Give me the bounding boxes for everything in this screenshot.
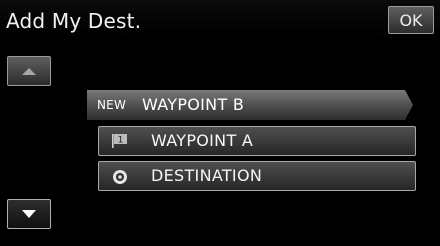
destination-target-icon <box>113 170 127 184</box>
scroll-down-button[interactable] <box>7 199 51 229</box>
triangle-down-icon <box>22 210 36 218</box>
waypoint-flag-icon: 1 <box>112 134 127 148</box>
screen-title: Add My Dest. <box>6 9 142 33</box>
list-item-label: DESTINATION <box>151 166 263 185</box>
list-item-label: WAYPOINT A <box>151 131 254 150</box>
new-badge: NEW <box>97 98 127 112</box>
list-item-waypoint-b[interactable]: NEW WAYPOINT B <box>87 90 417 120</box>
navigation-screen: Add My Dest. OK NEW WAYPOINT B 1 WAYPOIN… <box>0 0 440 246</box>
triangle-up-icon <box>22 67 36 75</box>
svg-text:1: 1 <box>118 136 124 146</box>
scroll-up-button[interactable] <box>7 56 51 86</box>
ok-button[interactable]: OK <box>388 6 434 34</box>
list-item-waypoint-a[interactable]: 1 WAYPOINT A <box>98 126 416 156</box>
selected-item-background <box>87 90 413 120</box>
list-item-label: WAYPOINT B <box>142 95 245 114</box>
list-item-destination[interactable]: DESTINATION <box>98 161 416 191</box>
